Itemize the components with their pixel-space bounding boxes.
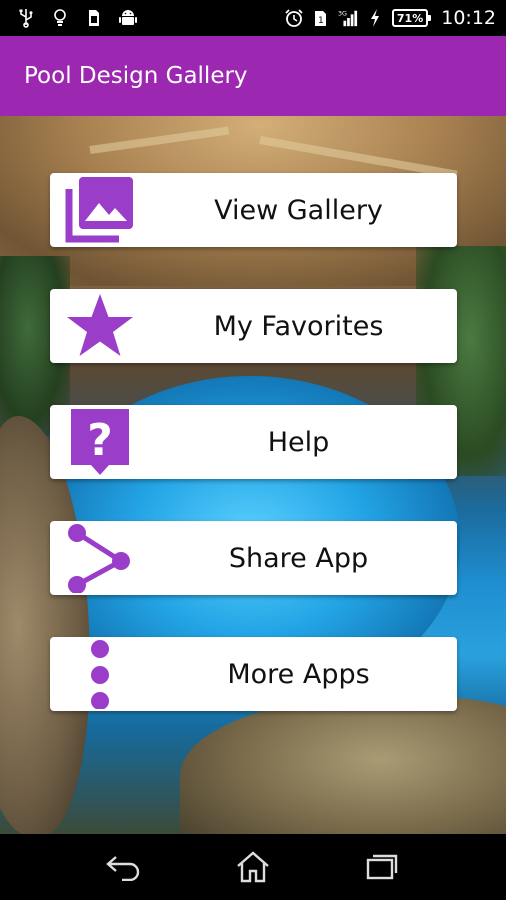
signal-3g-icon: 3G	[338, 8, 358, 28]
sim-1-icon: 1	[311, 8, 331, 28]
gallery-icon	[64, 173, 136, 247]
status-left-icons	[16, 8, 138, 28]
more-apps-button[interactable]: More Apps	[50, 637, 457, 711]
sim-icon	[84, 8, 104, 28]
help-icon: ?	[64, 405, 136, 479]
bulb-icon	[50, 8, 70, 28]
share-app-label: Share App	[228, 542, 369, 574]
star-icon	[64, 289, 136, 363]
my-favorites-button[interactable]: My Favorites	[50, 289, 457, 363]
share-app-button[interactable]: Share App	[50, 521, 457, 595]
share-icon	[64, 521, 136, 595]
svg-text:?: ?	[87, 415, 113, 466]
back-icon[interactable]	[94, 842, 154, 892]
app-bar: Pool Design Gallery	[0, 36, 506, 116]
rock-decor	[180, 696, 506, 834]
recents-icon[interactable]	[352, 842, 412, 892]
navigation-bar	[0, 834, 506, 900]
alarm-icon	[284, 8, 304, 28]
status-right-icons: 1 3G 71% 10:12	[284, 7, 496, 29]
home-icon[interactable]	[223, 842, 283, 892]
clock: 10:12	[441, 7, 496, 29]
more-apps-label: More Apps	[227, 658, 370, 690]
help-label: Help	[267, 426, 330, 458]
svg-text:1: 1	[318, 16, 324, 26]
battery-icon: 71%	[391, 9, 432, 27]
help-button[interactable]: ? Help	[50, 405, 457, 479]
my-favorites-label: My Favorites	[213, 310, 384, 342]
charging-icon	[365, 8, 385, 28]
view-gallery-label: View Gallery	[214, 194, 383, 226]
more-vert-icon	[64, 637, 136, 711]
android-icon	[118, 8, 138, 28]
usb-icon	[16, 8, 36, 28]
svg-text:3G: 3G	[338, 10, 347, 17]
battery-level: 71%	[396, 11, 424, 25]
app-title: Pool Design Gallery	[24, 63, 248, 89]
view-gallery-button[interactable]: View Gallery	[50, 173, 457, 247]
status-bar: 1 3G 71% 10:12	[0, 0, 506, 36]
